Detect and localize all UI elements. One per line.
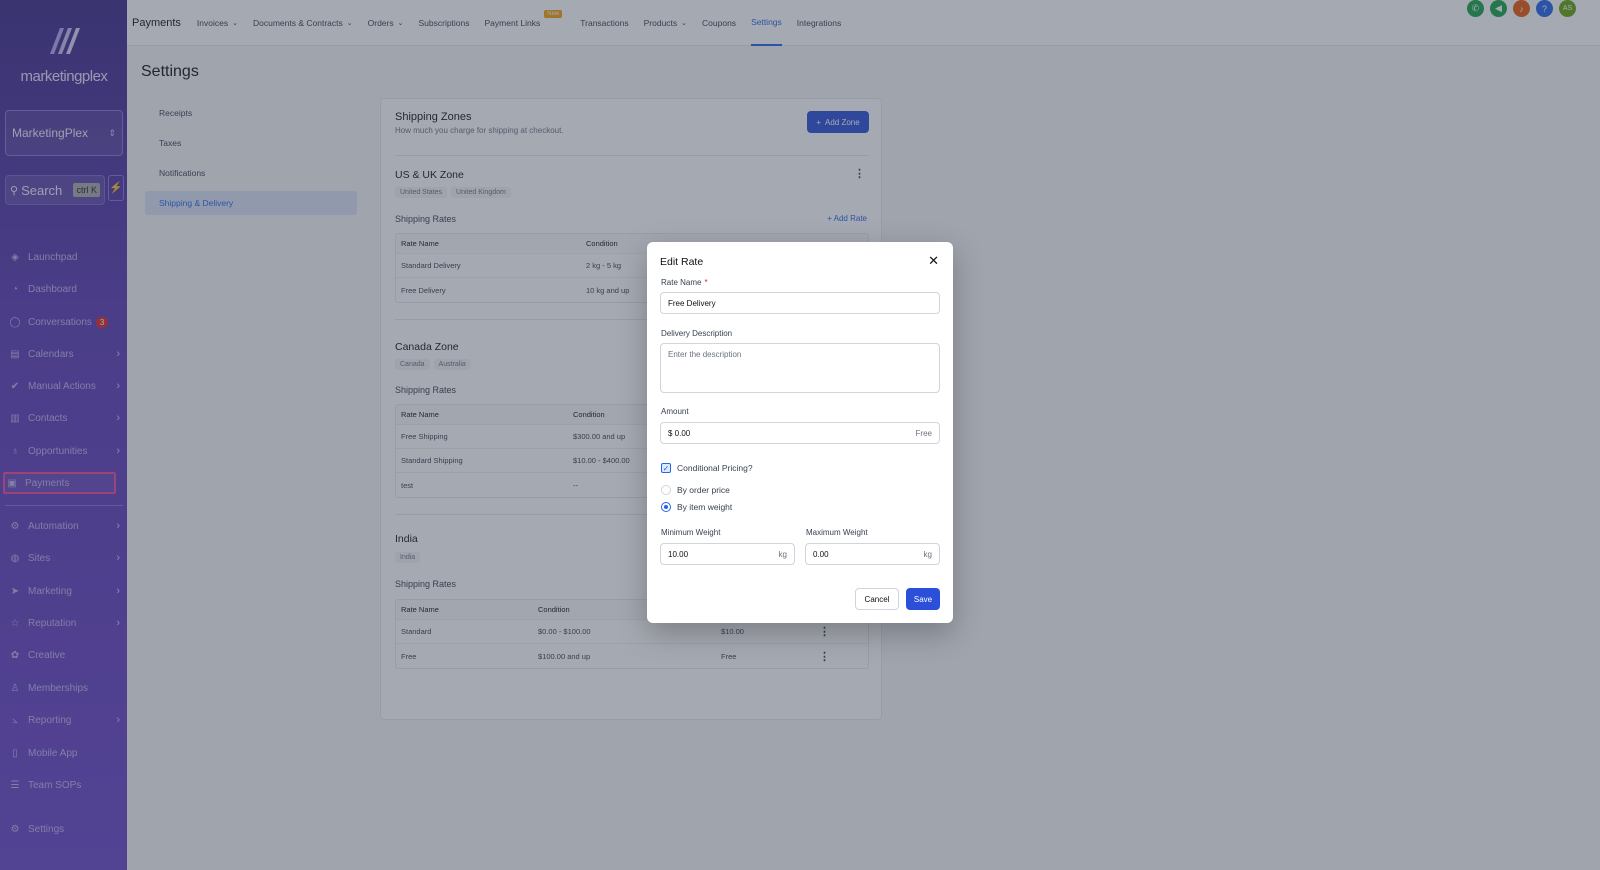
radio-label: By item weight (677, 502, 733, 512)
edit-rate-modal: Edit Rate ✕ Rate Name * Free Delivery Del… (647, 242, 953, 623)
conditional-pricing-checkbox[interactable]: ✓ Conditional Pricing? (661, 463, 753, 473)
checkbox-checked-icon: ✓ (661, 463, 671, 473)
max-weight-input[interactable]: 0.00 kg (805, 543, 940, 565)
rate-name-label: Rate Name * (661, 278, 708, 287)
rate-name-input[interactable]: Free Delivery (660, 292, 940, 314)
required-asterisk: * (704, 278, 708, 287)
delivery-description-label: Delivery Description (661, 329, 733, 338)
cancel-button[interactable]: Cancel (855, 588, 899, 610)
radio-selected-icon (661, 502, 671, 512)
checkbox-label: Conditional Pricing? (677, 463, 753, 473)
max-weight-label: Maximum Weight (806, 528, 868, 537)
min-weight-input[interactable]: 10.00 kg (660, 543, 795, 565)
min-weight-label: Minimum Weight (661, 528, 721, 537)
textarea-placeholder: Enter the description (668, 350, 742, 359)
amount-suffix: Free (915, 428, 932, 438)
radio-icon (661, 485, 671, 495)
by-item-weight-radio[interactable]: By item weight (661, 502, 732, 512)
close-icon[interactable]: ✕ (928, 253, 939, 269)
input-value: Free Delivery (668, 298, 716, 308)
label-text: Rate Name (661, 278, 702, 287)
input-value: 0.00 (813, 549, 829, 559)
input-value: $ 0.00 (668, 428, 691, 438)
input-value: 10.00 (668, 549, 689, 559)
amount-input[interactable]: $ 0.00 Free (660, 422, 940, 444)
by-order-price-radio[interactable]: By order price (661, 485, 730, 495)
delivery-description-textarea[interactable]: Enter the description (660, 343, 940, 393)
amount-label: Amount (661, 407, 689, 416)
modal-title: Edit Rate (660, 256, 704, 268)
unit-suffix: kg (778, 549, 787, 559)
radio-label: By order price (677, 485, 730, 495)
unit-suffix: kg (923, 549, 932, 559)
save-button[interactable]: Save (906, 588, 940, 610)
